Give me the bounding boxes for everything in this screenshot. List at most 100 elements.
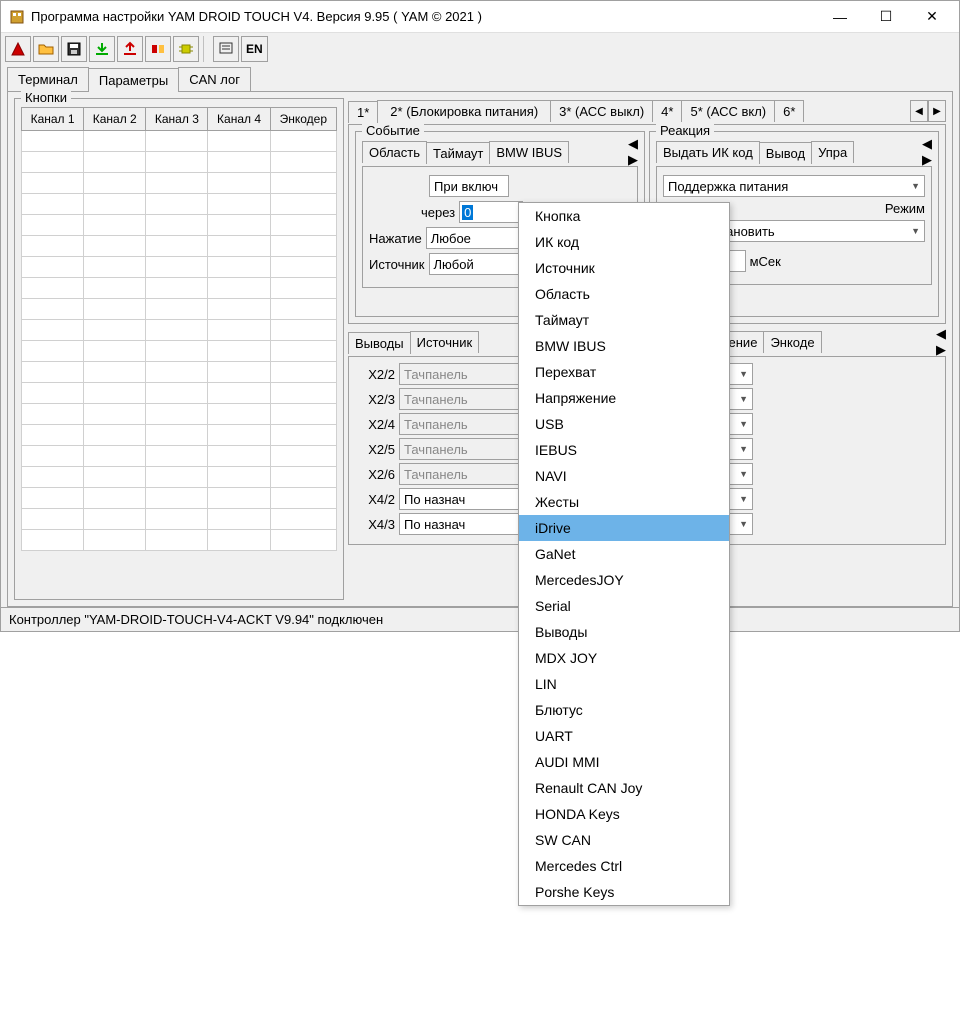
menu-item[interactable]: Перехват <box>519 359 729 385</box>
profile-tab-4[interactable]: 4* <box>652 100 682 122</box>
menu-item[interactable]: USB <box>519 411 729 437</box>
profile-tab-6[interactable]: 6* <box>774 100 804 122</box>
tab-canlog[interactable]: CAN лог <box>178 67 251 91</box>
tool-open-icon[interactable] <box>33 36 59 62</box>
menu-item[interactable]: AUDI MMI <box>519 749 729 775</box>
menu-item[interactable]: LIN <box>519 671 729 697</box>
event-tab-bmwibus[interactable]: BMW IBUS <box>489 141 569 163</box>
tool-save-icon[interactable] <box>61 36 87 62</box>
table-row[interactable] <box>22 467 337 488</box>
output-tab-outputs[interactable]: Выводы <box>348 332 411 354</box>
event-tab-area[interactable]: Область <box>362 141 427 163</box>
menu-item[interactable]: Выводы <box>519 619 729 645</box>
tool-compare-icon[interactable] <box>145 36 171 62</box>
table-row[interactable] <box>22 194 337 215</box>
table-row[interactable] <box>22 257 337 278</box>
tool-new-icon[interactable] <box>5 36 31 62</box>
table-row[interactable] <box>22 299 337 320</box>
menu-item[interactable]: SW CAN <box>519 827 729 853</box>
table-row[interactable] <box>22 488 337 509</box>
output-tab-source[interactable]: Источник <box>410 331 480 353</box>
menu-item[interactable]: GaNet <box>519 541 729 567</box>
tool-settings-icon[interactable] <box>213 36 239 62</box>
menu-item[interactable]: Serial <box>519 593 729 619</box>
tool-upload-icon[interactable] <box>117 36 143 62</box>
profile-tab-3[interactable]: 3* (АСС выкл) <box>550 100 653 122</box>
profile-tab-right-icon[interactable]: ▶ <box>928 100 946 122</box>
toolbar: EN <box>1 33 959 65</box>
table-row[interactable] <box>22 446 337 467</box>
minimize-button[interactable]: — <box>817 2 863 32</box>
profile-tab-2[interactable]: 2* (Блокировка питания) <box>377 100 551 122</box>
power-select[interactable]: Поддержка питания▼ <box>663 175 925 197</box>
table-row[interactable] <box>22 425 337 446</box>
table-row[interactable] <box>22 215 337 236</box>
after-input[interactable]: 0 <box>459 201 523 223</box>
menu-item[interactable]: Область <box>519 281 729 307</box>
tab-parameters[interactable]: Параметры <box>88 68 179 92</box>
reaction-tab-right-icon[interactable]: ▶ <box>922 152 932 168</box>
table-row[interactable] <box>22 341 337 362</box>
output-tab-right-icon[interactable]: ▶ <box>936 342 946 358</box>
maximize-button[interactable]: ☐ <box>863 2 909 32</box>
event-tab-left-icon[interactable]: ◀ <box>628 136 638 152</box>
menu-item[interactable]: iDrive <box>519 515 729 541</box>
menu-item[interactable]: UART <box>519 723 729 749</box>
menu-item[interactable]: Напряжение <box>519 385 729 411</box>
tool-download-icon[interactable] <box>89 36 115 62</box>
table-row[interactable] <box>22 278 337 299</box>
on-power-select[interactable]: При включ <box>429 175 509 197</box>
tab-terminal[interactable]: Терминал <box>7 67 89 91</box>
table-row[interactable] <box>22 320 337 341</box>
context-menu[interactable]: КнопкаИК кодИсточникОбластьТаймаутBMW IB… <box>518 202 730 906</box>
table-row[interactable] <box>22 404 337 425</box>
menu-item[interactable]: Блютус <box>519 697 729 723</box>
menu-item[interactable]: ИК код <box>519 229 729 255</box>
titlebar: Программа настройки YAM DROID TOUCH V4. … <box>1 1 959 33</box>
table-row[interactable] <box>22 173 337 194</box>
table-row[interactable] <box>22 131 337 152</box>
menu-item[interactable]: MDX JOY <box>519 645 729 671</box>
source-value: Любой <box>434 257 474 272</box>
table-row[interactable] <box>22 152 337 173</box>
event-tab-right-icon[interactable]: ▶ <box>628 152 638 168</box>
menu-item[interactable]: NAVI <box>519 463 729 489</box>
reaction-tab-output[interactable]: Вывод <box>759 142 812 164</box>
reaction-tab-control[interactable]: Упра <box>811 141 854 163</box>
tool-language-button[interactable]: EN <box>241 36 268 62</box>
output-tab-left-icon[interactable]: ◀ <box>936 326 946 342</box>
status-text: Контроллер "YAM-DROID-TOUCH-V4-ACKT V9.9… <box>9 612 383 627</box>
table-row[interactable] <box>22 362 337 383</box>
menu-item[interactable]: Таймаут <box>519 307 729 333</box>
menu-item[interactable]: Mercedes Ctrl <box>519 853 729 879</box>
reaction-tab-left-icon[interactable]: ◀ <box>922 136 932 152</box>
profile-tab-1[interactable]: 1* <box>348 101 378 123</box>
table-row[interactable] <box>22 530 337 551</box>
output-label: X2/4 <box>355 417 395 432</box>
mode-label: Режим <box>885 201 925 216</box>
buttons-legend: Кнопки <box>21 90 71 105</box>
menu-item[interactable]: MercedesJOY <box>519 567 729 593</box>
profile-tab-left-icon[interactable]: ◀ <box>910 100 928 122</box>
event-tab-timeout[interactable]: Таймаут <box>426 142 490 164</box>
table-row[interactable] <box>22 383 337 404</box>
table-row[interactable] <box>22 236 337 257</box>
menu-item[interactable]: HONDA Keys <box>519 801 729 827</box>
profile-tab-5[interactable]: 5* (АСС вкл) <box>681 100 775 122</box>
table-row[interactable] <box>22 509 337 530</box>
output-tab-encoder[interactable]: Энкоде <box>763 331 821 353</box>
menu-item[interactable]: Жесты <box>519 489 729 515</box>
menu-item[interactable]: Источник <box>519 255 729 281</box>
output-label: X4/2 <box>355 492 395 507</box>
menu-item[interactable]: Renault CAN Joy <box>519 775 729 801</box>
reaction-tab-ir[interactable]: Выдать ИК код <box>656 141 760 163</box>
menu-item[interactable]: BMW IBUS <box>519 333 729 359</box>
menu-item[interactable]: Кнопка <box>519 203 729 229</box>
table-header: Энкодер <box>270 108 336 131</box>
tool-chip-icon[interactable] <box>173 36 199 62</box>
close-button[interactable]: ✕ <box>909 2 955 32</box>
menu-item[interactable]: Porshe Keys <box>519 879 729 905</box>
reaction-tabs: Выдать ИК код Вывод Упра ◀ ▶ <box>656 140 932 164</box>
table-header: Канал 2 <box>84 108 146 131</box>
menu-item[interactable]: IEBUS <box>519 437 729 463</box>
